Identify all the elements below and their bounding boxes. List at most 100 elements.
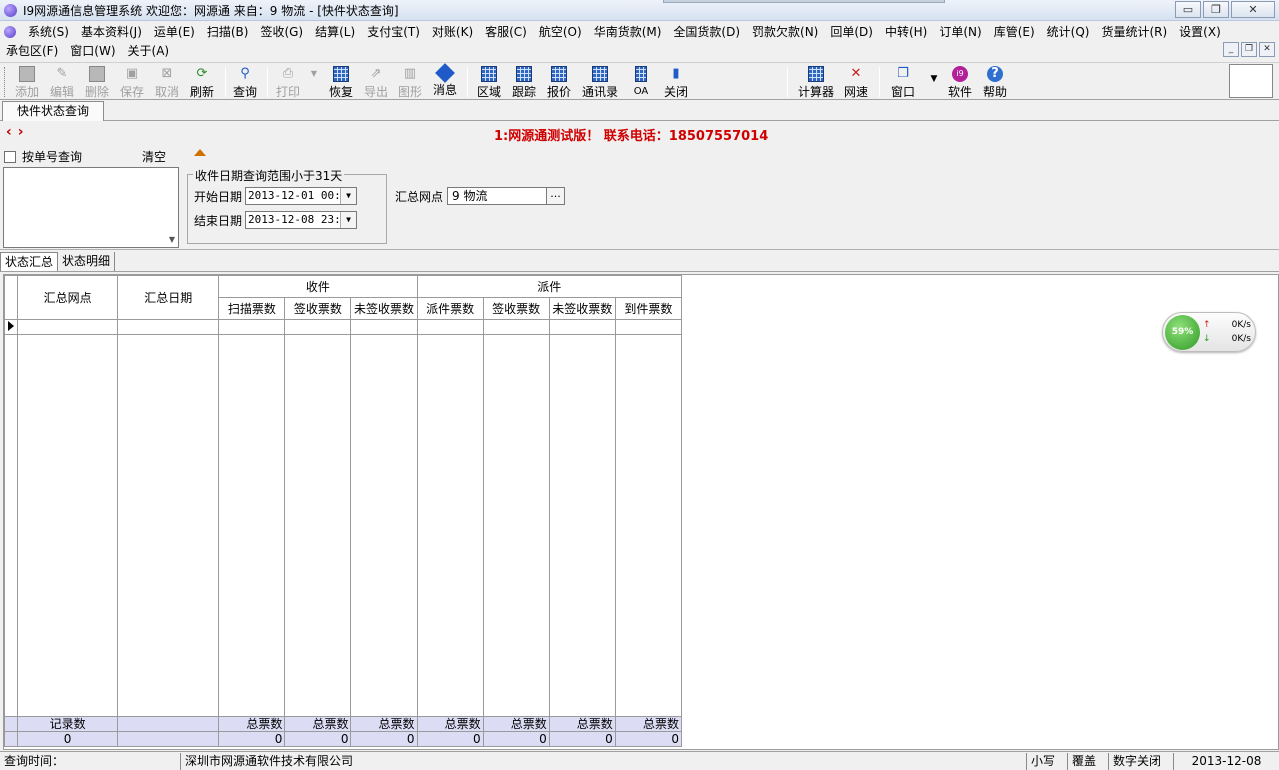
menu-system[interactable]: 系统(S): [22, 23, 75, 40]
table-cell[interactable]: [117, 319, 220, 335]
software-icon: i9: [952, 66, 968, 82]
query-button[interactable]: ⚲ 查询: [230, 65, 260, 99]
footer-total-value: 0: [482, 731, 550, 747]
cancel-button[interactable]: ⊠ 取消: [152, 65, 182, 99]
menu-alipay[interactable]: 支付宝(T): [361, 23, 426, 40]
column-header-hub[interactable]: 汇总网点: [17, 275, 119, 320]
calculator-button[interactable]: 计算器: [795, 65, 837, 99]
menu-scan[interactable]: 扫描(B): [201, 23, 255, 40]
start-date-picker[interactable]: 2013-12-01 00:00:00 ▼: [245, 187, 358, 205]
region-button[interactable]: 区域: [474, 65, 504, 99]
close-tool-button[interactable]: ▮ 关闭: [661, 65, 691, 99]
toolbar-grip[interactable]: [4, 67, 7, 97]
menu-warehouse[interactable]: 库管(E): [988, 23, 1041, 40]
edit-button[interactable]: ✎ 编辑: [47, 65, 77, 99]
minimize-button[interactable]: ▭: [1175, 1, 1201, 18]
network-speed-widget[interactable]: 59% ↑ 0K/s ↓ 0K/s: [1162, 312, 1256, 352]
window-button[interactable]: ❐ 窗口: [888, 65, 918, 99]
end-date-picker[interactable]: 2013-12-08 23:59:59 ▼: [245, 211, 358, 229]
menu-sign[interactable]: 签收(G): [254, 23, 309, 40]
column-header-receive-signed[interactable]: 签收票数: [284, 297, 352, 320]
toolbar: 添加 ✎ 编辑 删除 ▣ 保存 ⊠ 取消 ⟳ 刷新 ⚲ 查询 ⎙ 打印 ▼ 恢复 ⇗ 导出 ▥…: [0, 62, 1279, 100]
menu-about[interactable]: 关于(A): [122, 42, 176, 59]
query-panel: 按单号查询 清空 ▼ 收件日期查询范围小于31天 开始日期 2013-12-01…: [0, 144, 1279, 250]
chart-button[interactable]: ▥ 图形: [395, 65, 425, 99]
order-query-toggle[interactable]: 按单号查询: [4, 148, 82, 165]
date-range-group: 收件日期查询范围小于31天 开始日期 2013-12-01 00:00:00 ▼…: [187, 167, 387, 244]
mdi-minimize-button[interactable]: _: [1223, 42, 1239, 57]
column-header-dispatch-count[interactable]: 派件票数: [416, 297, 484, 320]
mdi-restore-button[interactable]: ❐: [1241, 42, 1257, 57]
network-speed-button[interactable]: ✕ 网速: [841, 65, 871, 99]
menu-receipt[interactable]: 回单(D): [824, 23, 879, 40]
table-cell[interactable]: [17, 319, 119, 335]
track-button[interactable]: 跟踪: [509, 65, 539, 99]
menu-waybill[interactable]: 运单(E): [148, 23, 201, 40]
column-header-scan-count[interactable]: 扫描票数: [218, 297, 286, 320]
scroll-down-icon[interactable]: ▼: [169, 235, 175, 244]
contacts-button[interactable]: 通讯录: [580, 65, 620, 99]
mdi-close-button[interactable]: ✕: [1259, 42, 1275, 57]
print-dropdown[interactable]: ▼: [306, 65, 320, 99]
tab-status-summary[interactable]: 状态汇总: [0, 252, 59, 271]
menu-contract-area[interactable]: 承包区(F): [4, 42, 64, 59]
quote-button[interactable]: 报价: [544, 65, 574, 99]
table-cell[interactable]: [548, 319, 616, 335]
table-row[interactable]: [3, 319, 683, 335]
save-button[interactable]: ▣ 保存: [117, 65, 147, 99]
table-cell[interactable]: [218, 319, 286, 335]
menu-national-payment[interactable]: 全国货款(D): [667, 23, 746, 40]
menu-air[interactable]: 航空(O): [533, 23, 588, 40]
empty-cell: [218, 334, 286, 717]
table-cell[interactable]: [350, 319, 418, 335]
collapse-icon[interactable]: [194, 149, 206, 156]
chevron-down-icon[interactable]: ▼: [340, 212, 357, 228]
next-arrow-icon[interactable]: ›: [18, 124, 30, 140]
message-button[interactable]: 消息: [430, 63, 460, 99]
help-button[interactable]: ? 帮助: [980, 65, 1010, 99]
menu-window[interactable]: 窗口(W): [64, 42, 121, 59]
table-cell[interactable]: [614, 319, 683, 335]
menu-logo-icon[interactable]: [4, 25, 16, 38]
delete-button[interactable]: 删除: [82, 65, 112, 99]
hub-browse-button[interactable]: ...: [546, 188, 565, 204]
table-cell[interactable]: [284, 319, 352, 335]
close-button[interactable]: ✕: [1231, 1, 1275, 18]
menu-settings[interactable]: 设置(X): [1173, 23, 1227, 40]
table-cell[interactable]: [416, 319, 484, 335]
menu-volume-stats[interactable]: 货量统计(R): [1095, 23, 1173, 40]
restore-button[interactable]: ❐: [1203, 1, 1229, 18]
menu-fines[interactable]: 罚款欠款(N): [746, 23, 824, 40]
refresh-button[interactable]: ⟳ 刷新: [187, 65, 217, 99]
menu-reconcile[interactable]: 对账(K): [426, 23, 479, 40]
column-header-receive-unsigned[interactable]: 未签收票数: [350, 297, 418, 320]
menu-transfer[interactable]: 中转(H): [879, 23, 933, 40]
print-button[interactable]: ⎙ 打印: [273, 65, 303, 99]
export-button[interactable]: ⇗ 导出: [361, 65, 391, 99]
menu-service[interactable]: 客服(C): [479, 23, 533, 40]
menu-settle[interactable]: 结算(L): [309, 23, 361, 40]
software-button[interactable]: i9 软件: [945, 65, 975, 99]
table-cell[interactable]: [482, 319, 550, 335]
menu-order[interactable]: 订单(N): [933, 23, 987, 40]
column-header-arrival-count[interactable]: 到件票数: [614, 297, 683, 320]
window-dropdown[interactable]: ▼: [926, 65, 940, 99]
track-label: 跟踪: [511, 85, 536, 99]
order-number-textarea[interactable]: ▼: [3, 167, 179, 248]
column-header-dispatch-unsigned[interactable]: 未签收票数: [548, 297, 616, 320]
hub-input[interactable]: 9 物流 ...: [447, 187, 566, 205]
restore-view-button[interactable]: 恢复: [326, 65, 356, 99]
prev-arrow-icon[interactable]: ‹: [6, 124, 18, 140]
tab-status-detail[interactable]: 状态明细: [58, 252, 116, 271]
order-query-checkbox[interactable]: [4, 150, 16, 163]
menu-stats[interactable]: 统计(Q): [1041, 23, 1096, 40]
column-header-date[interactable]: 汇总日期: [117, 275, 220, 320]
add-button[interactable]: 添加: [12, 65, 42, 99]
chevron-down-icon[interactable]: ▼: [340, 188, 357, 204]
oa-button[interactable]: OA: [627, 65, 655, 99]
menu-basic-data[interactable]: 基本资料(J): [75, 23, 148, 40]
column-header-dispatch-signed[interactable]: 签收票数: [482, 297, 550, 320]
tab-express-status-query[interactable]: 快件状态查询: [2, 101, 105, 121]
clear-button[interactable]: 清空: [142, 148, 166, 165]
menu-south-payment[interactable]: 华南货款(M): [588, 23, 668, 40]
